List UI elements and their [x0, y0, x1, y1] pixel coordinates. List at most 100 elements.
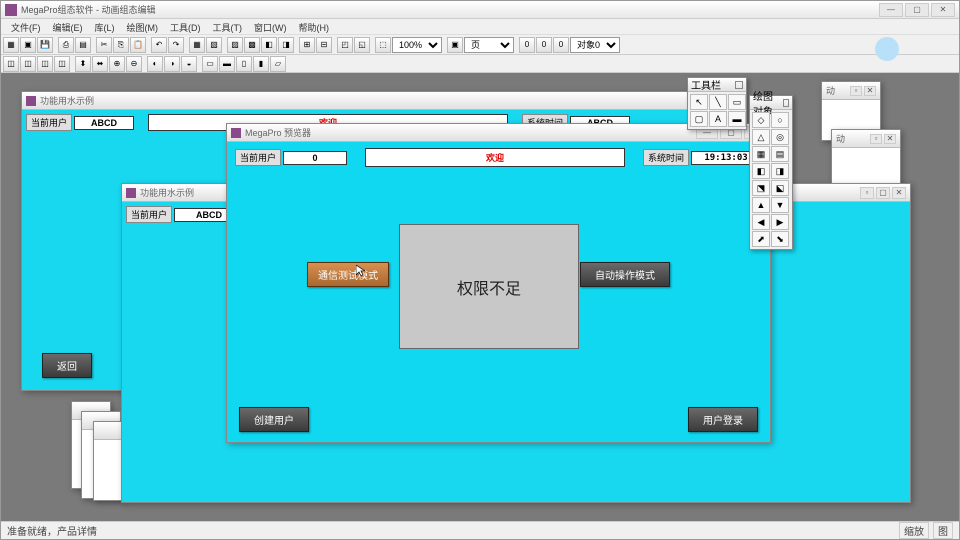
create-user-button[interactable]: 创建用户 — [239, 407, 309, 432]
tb2-2-icon[interactable]: ◫ — [20, 56, 36, 72]
menu-help[interactable]: 帮助(H) — [293, 19, 336, 34]
tool2-4-icon[interactable]: ◎ — [771, 129, 789, 145]
tool2-2-icon[interactable]: ○ — [771, 112, 789, 128]
toolbox2-grid: ◇ ○ △ ◎ ▦ ▤ ◧ ◨ ⬔ ⬕ ▲ ▼ ◀ ▶ ⬈ ⬊ — [750, 110, 792, 249]
tool-text-icon[interactable]: A — [709, 111, 727, 127]
tb2-14-icon[interactable]: ▯ — [236, 56, 252, 72]
tb-k-icon[interactable]: ⬚ — [375, 37, 391, 53]
tb-undo-icon[interactable]: ↶ — [151, 37, 167, 53]
tool2-1-icon[interactable]: ◇ — [752, 112, 770, 128]
tb-f-icon[interactable]: ◨ — [278, 37, 294, 53]
tb2-15-icon[interactable]: ▮ — [253, 56, 269, 72]
tb-new-icon[interactable]: ▦ — [3, 37, 19, 53]
tb-c-icon[interactable]: ▨ — [227, 37, 243, 53]
tool-rect-icon[interactable]: ▭ — [728, 94, 746, 110]
tool2-10-icon[interactable]: ⬕ — [771, 180, 789, 196]
stack-window-3[interactable] — [93, 421, 123, 501]
menu-tools[interactable]: 工具(D) — [164, 19, 207, 34]
app-icon — [5, 4, 17, 16]
tb-copy-icon[interactable]: ⎘ — [113, 37, 129, 53]
tb-redo-icon[interactable]: ↷ — [168, 37, 184, 53]
tb2-7-icon[interactable]: ⊕ — [109, 56, 125, 72]
tb2-1-icon[interactable]: ◫ — [3, 56, 19, 72]
tb2-16-icon[interactable]: ▱ — [270, 56, 286, 72]
blank-window-1-titlebar[interactable]: 动 ▫✕ — [822, 82, 880, 100]
tb-i-icon[interactable]: ◰ — [337, 37, 353, 53]
blank-window-2-titlebar[interactable]: 动 ▫✕ — [832, 130, 900, 148]
tb2-6-icon[interactable]: ⬌ — [92, 56, 108, 72]
tb-h-icon[interactable]: ⊟ — [316, 37, 332, 53]
toolbox2-title[interactable]: 绘图对象 — [750, 96, 792, 110]
menu-file[interactable]: 文件(F) — [5, 19, 47, 34]
tb-save-icon[interactable]: 💾 — [37, 37, 53, 53]
toolbox-objects[interactable]: 绘图对象 ◇ ○ △ ◎ ▦ ▤ ◧ ◨ ⬔ ⬕ ▲ ▼ ◀ ▶ ⬈ ⬊ — [749, 95, 793, 250]
tool2-12-icon[interactable]: ▼ — [771, 197, 789, 213]
auto-mode-button[interactable]: 自动操作模式 — [580, 262, 670, 287]
bw2-close-icon[interactable]: ✕ — [884, 134, 896, 144]
tool2-3-icon[interactable]: △ — [752, 129, 770, 145]
toolbox2-pin-icon[interactable] — [783, 99, 789, 107]
toolbox-title[interactable]: 工具栏 — [688, 78, 746, 92]
user-login-button[interactable]: 用户登录 — [688, 407, 758, 432]
tb2-11-icon[interactable]: ◒ — [181, 56, 197, 72]
menu-window[interactable]: 窗口(W) — [248, 19, 293, 34]
close-button[interactable]: ✕ — [931, 3, 955, 17]
bw1-close-icon[interactable]: ✕ — [864, 86, 876, 96]
bw1-min-icon[interactable]: ▫ — [850, 86, 862, 96]
bg-window-1-titlebar[interactable]: 功能用水示例 — [22, 92, 740, 110]
tb2-5-icon[interactable]: ⬍ — [75, 56, 91, 72]
tb-a-icon[interactable]: ▦ — [189, 37, 205, 53]
menu-lib[interactable]: 库(L) — [89, 19, 121, 34]
tool2-8-icon[interactable]: ◨ — [771, 163, 789, 179]
tb-print-icon[interactable]: ⎙ — [58, 37, 74, 53]
tb-e-icon[interactable]: ◧ — [261, 37, 277, 53]
tool2-15-icon[interactable]: ⬈ — [752, 231, 770, 247]
tb2-12-icon[interactable]: ▭ — [202, 56, 218, 72]
tool-pointer-icon[interactable]: ↖ — [690, 94, 708, 110]
tb2-9-icon[interactable]: ◐ — [147, 56, 163, 72]
tb2-13-icon[interactable]: ▬ — [219, 56, 235, 72]
zoom-combo[interactable]: 100% — [392, 37, 442, 53]
toolbar-secondary: ◫ ◫ ◫ ◫ ⬍ ⬌ ⊕ ⊖ ◐ ◑ ◒ ▭ ▬ ▯ ▮ ▱ — [1, 55, 959, 73]
minimize-button[interactable]: — — [879, 3, 903, 17]
tb2-3-icon[interactable]: ◫ — [37, 56, 53, 72]
menu-tools2[interactable]: 工具(T) — [207, 19, 249, 34]
tb-paste-icon[interactable]: 📋 — [130, 37, 146, 53]
tool2-14-icon[interactable]: ▶ — [771, 214, 789, 230]
tb-d-icon[interactable]: ▩ — [244, 37, 260, 53]
toolbox-pin-icon[interactable] — [735, 81, 743, 89]
obj-combo[interactable]: 对象0 — [570, 37, 620, 53]
tool2-16-icon[interactable]: ⬊ — [771, 231, 789, 247]
bgw2-max-icon[interactable]: ▢ — [876, 187, 890, 199]
page-combo[interactable]: 页 — [464, 37, 514, 53]
tool-fill-icon[interactable]: ▬ — [728, 111, 746, 127]
comm-test-button[interactable]: 通信测试模式 — [307, 262, 389, 287]
bgw2-close-icon[interactable]: ✕ — [892, 187, 906, 199]
tb-g-icon[interactable]: ⊞ — [299, 37, 315, 53]
return-button[interactable]: 返回 — [42, 353, 92, 378]
tb2-10-icon[interactable]: ◑ — [164, 56, 180, 72]
tb-l-icon[interactable]: ▣ — [447, 37, 463, 53]
tb-j-icon[interactable]: ◱ — [354, 37, 370, 53]
toolbox-palette[interactable]: 工具栏 ↖ ╲ ▭ ▢ A ▬ — [687, 77, 747, 130]
tool2-5-icon[interactable]: ▦ — [752, 146, 770, 162]
tool2-9-icon[interactable]: ⬔ — [752, 180, 770, 196]
tb-cut-icon[interactable]: ✂ — [96, 37, 112, 53]
bgw2-min-icon[interactable]: ▫ — [860, 187, 874, 199]
tb2-4-icon[interactable]: ◫ — [54, 56, 70, 72]
tool2-7-icon[interactable]: ◧ — [752, 163, 770, 179]
tool-line-icon[interactable]: ╲ — [709, 94, 727, 110]
tool2-6-icon[interactable]: ▤ — [771, 146, 789, 162]
menu-edit[interactable]: 编辑(E) — [47, 19, 89, 34]
tool2-11-icon[interactable]: ▲ — [752, 197, 770, 213]
menu-draw[interactable]: 绘图(M) — [121, 19, 165, 34]
tool-roundrect-icon[interactable]: ▢ — [690, 111, 708, 127]
tb-b-icon[interactable]: ▧ — [206, 37, 222, 53]
tb-lib-icon[interactable]: ▤ — [75, 37, 91, 53]
tb-open-icon[interactable]: ▣ — [20, 37, 36, 53]
main-app-window: MegaPro组态软件 - 动画组态编辑 — ▢ ✕ 文件(F) 编辑(E) 库… — [0, 0, 960, 540]
bw2-min-icon[interactable]: ▫ — [870, 134, 882, 144]
tb2-8-icon[interactable]: ⊖ — [126, 56, 142, 72]
maximize-button[interactable]: ▢ — [905, 3, 929, 17]
tool2-13-icon[interactable]: ◀ — [752, 214, 770, 230]
